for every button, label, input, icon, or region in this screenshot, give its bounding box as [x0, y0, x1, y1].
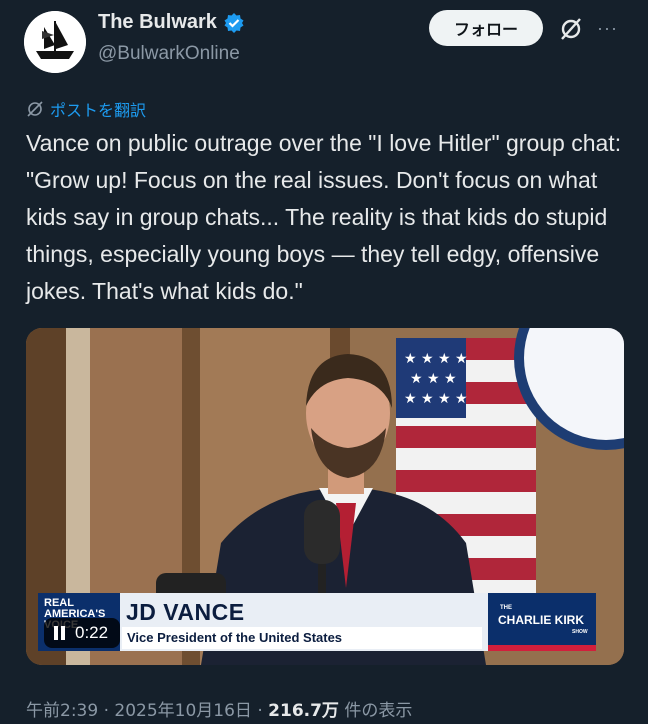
ship-logo-icon	[24, 11, 86, 73]
account-handle[interactable]: @BulwarkOnline	[98, 43, 240, 65]
account-name-row[interactable]: The Bulwark	[98, 11, 245, 34]
svg-text:★ ★ ★: ★ ★ ★	[410, 371, 457, 387]
view-count-label: 件の表示	[344, 701, 413, 721]
chyron-title: Vice President of the United States	[127, 630, 343, 645]
show-logo-sub: SHOW	[572, 629, 588, 635]
more-options-icon[interactable]: ···	[597, 18, 618, 39]
video-elapsed-time: 0:22	[75, 623, 109, 642]
grok-translate-icon	[27, 101, 43, 117]
verified-badge-icon	[224, 12, 244, 33]
tweet-time[interactable]: 午前2:39	[26, 701, 98, 721]
translate-label: ポストを翻訳	[50, 101, 147, 120]
tweet-metadata: 午前2:39 · 2025年10月16日 · 216.7万 件の表示	[26, 701, 413, 721]
playback-control[interactable]: 0:22	[44, 618, 120, 648]
svg-text:★ ★ ★ ★: ★ ★ ★ ★	[404, 391, 468, 407]
tweet-text: Vance on public outrage over the "I love…	[26, 130, 628, 304]
tweet-date[interactable]: 2025年10月16日	[114, 701, 252, 721]
chyron-name: JD VANCE	[126, 599, 245, 625]
follow-button[interactable]: フォロー	[429, 10, 543, 46]
show-logo: THE CHARLIE KIRK SHOW	[488, 593, 596, 651]
svg-text:★ ★ ★ ★: ★ ★ ★ ★	[404, 351, 468, 367]
chyron-subtitle-bar: Vice President of the United States	[122, 627, 482, 649]
video-player[interactable]: ★ ★ ★ ★ ★ ★ ★ ★ ★ ★ ★ REAL AMERICA'S JD …	[26, 328, 624, 665]
view-count: 216.7万	[268, 701, 339, 721]
show-logo-name: CHARLIE KIRK	[498, 613, 584, 627]
show-logo-top: THE	[500, 605, 512, 611]
avatar[interactable]	[24, 11, 86, 73]
pause-icon[interactable]	[54, 626, 65, 640]
translate-post-link[interactable]: ポストを翻訳	[26, 97, 146, 121]
show-logo-stripe	[488, 645, 596, 651]
grok-icon[interactable]	[558, 16, 584, 42]
account-name[interactable]: The Bulwark	[98, 11, 217, 34]
